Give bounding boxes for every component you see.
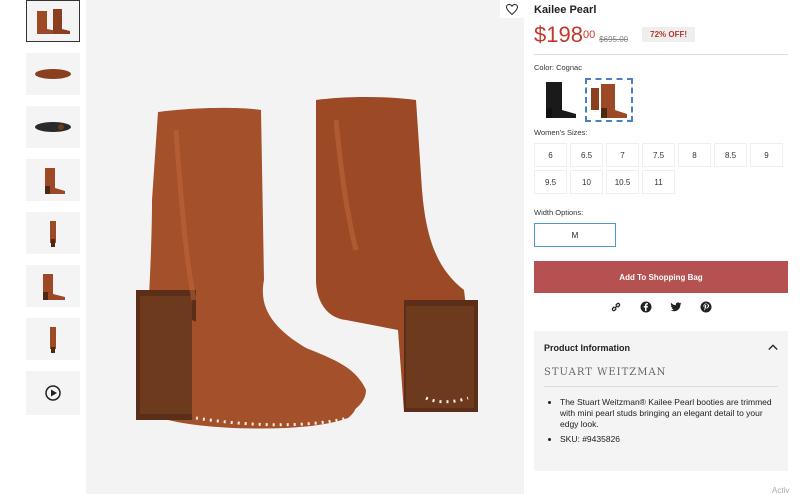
description-bullet: The Stuart Weitzman® Kailee Pearl bootie…: [560, 397, 778, 430]
discount-badge: 72% OFF!: [642, 27, 696, 42]
thumbnail-3[interactable]: [26, 106, 80, 148]
product-info-heading: Product Information: [544, 343, 630, 353]
size-option[interactable]: 11: [642, 170, 675, 194]
product-title: Kailee Pearl: [534, 4, 597, 16]
swatch-cognac[interactable]: [585, 78, 633, 122]
chevron-up-icon: [768, 344, 778, 350]
size-option[interactable]: 9.5: [534, 170, 567, 194]
sizes-label: Women's Sizes:: [534, 128, 588, 137]
size-option[interactable]: 6: [534, 143, 567, 167]
width-label: Width Options:: [534, 208, 584, 217]
thumbnail-7[interactable]: [26, 318, 80, 360]
thumbnail-2[interactable]: [26, 53, 80, 95]
swatch-black[interactable]: [534, 78, 582, 122]
twitter-icon[interactable]: [670, 301, 682, 313]
heart-icon: [506, 3, 518, 15]
product-info-section: Product Information STUART WEITZMAN The …: [534, 331, 788, 471]
price-row: $19800 $695.00 72% OFF!: [534, 24, 788, 55]
activation-watermark: Activ: [772, 486, 790, 494]
sku-bullet: SKU: #9435826: [560, 434, 778, 445]
size-option[interactable]: 10: [570, 170, 603, 194]
description-list: The Stuart Weitzman® Kailee Pearl bootie…: [544, 397, 778, 445]
thumbnail-list: [26, 0, 80, 426]
size-option[interactable]: 9: [750, 143, 783, 167]
brand-name: STUART WEITZMAN: [544, 367, 778, 387]
pinterest-icon[interactable]: [700, 301, 712, 313]
width-option-m[interactable]: M: [534, 223, 616, 247]
thumbnail-6[interactable]: [26, 265, 80, 307]
facebook-icon[interactable]: [640, 301, 652, 313]
size-option[interactable]: 8: [678, 143, 711, 167]
size-option[interactable]: 7: [606, 143, 639, 167]
size-option[interactable]: 10.5: [606, 170, 639, 194]
add-to-bag-button[interactable]: Add To Shopping Bag: [534, 261, 788, 293]
size-option[interactable]: 7.5: [642, 143, 675, 167]
thumbnail-1[interactable]: [26, 0, 80, 42]
main-product-image[interactable]: [86, 0, 524, 494]
thumbnail-5[interactable]: [26, 212, 80, 254]
current-price: $19800: [534, 22, 596, 47]
color-swatches: [534, 78, 788, 122]
favorite-button[interactable]: [500, 0, 524, 18]
product-info-header[interactable]: Product Information: [544, 343, 778, 353]
share-row: [534, 301, 788, 313]
product-details-panel: Kailee Pearl $19800 $695.00 72% OFF! Col…: [534, 0, 788, 471]
video-thumbnail[interactable]: [26, 371, 80, 415]
size-grid: 6 6.5 7 7.5 8 8.5 9 9.5 10 10.5 11: [534, 143, 788, 194]
original-price: $695.00: [599, 35, 629, 44]
size-option[interactable]: 6.5: [570, 143, 603, 167]
size-option[interactable]: 8.5: [714, 143, 747, 167]
color-label: Color: Cognac: [534, 63, 582, 72]
thumbnail-4[interactable]: [26, 159, 80, 201]
link-icon[interactable]: [610, 301, 622, 313]
play-icon: [45, 385, 61, 401]
